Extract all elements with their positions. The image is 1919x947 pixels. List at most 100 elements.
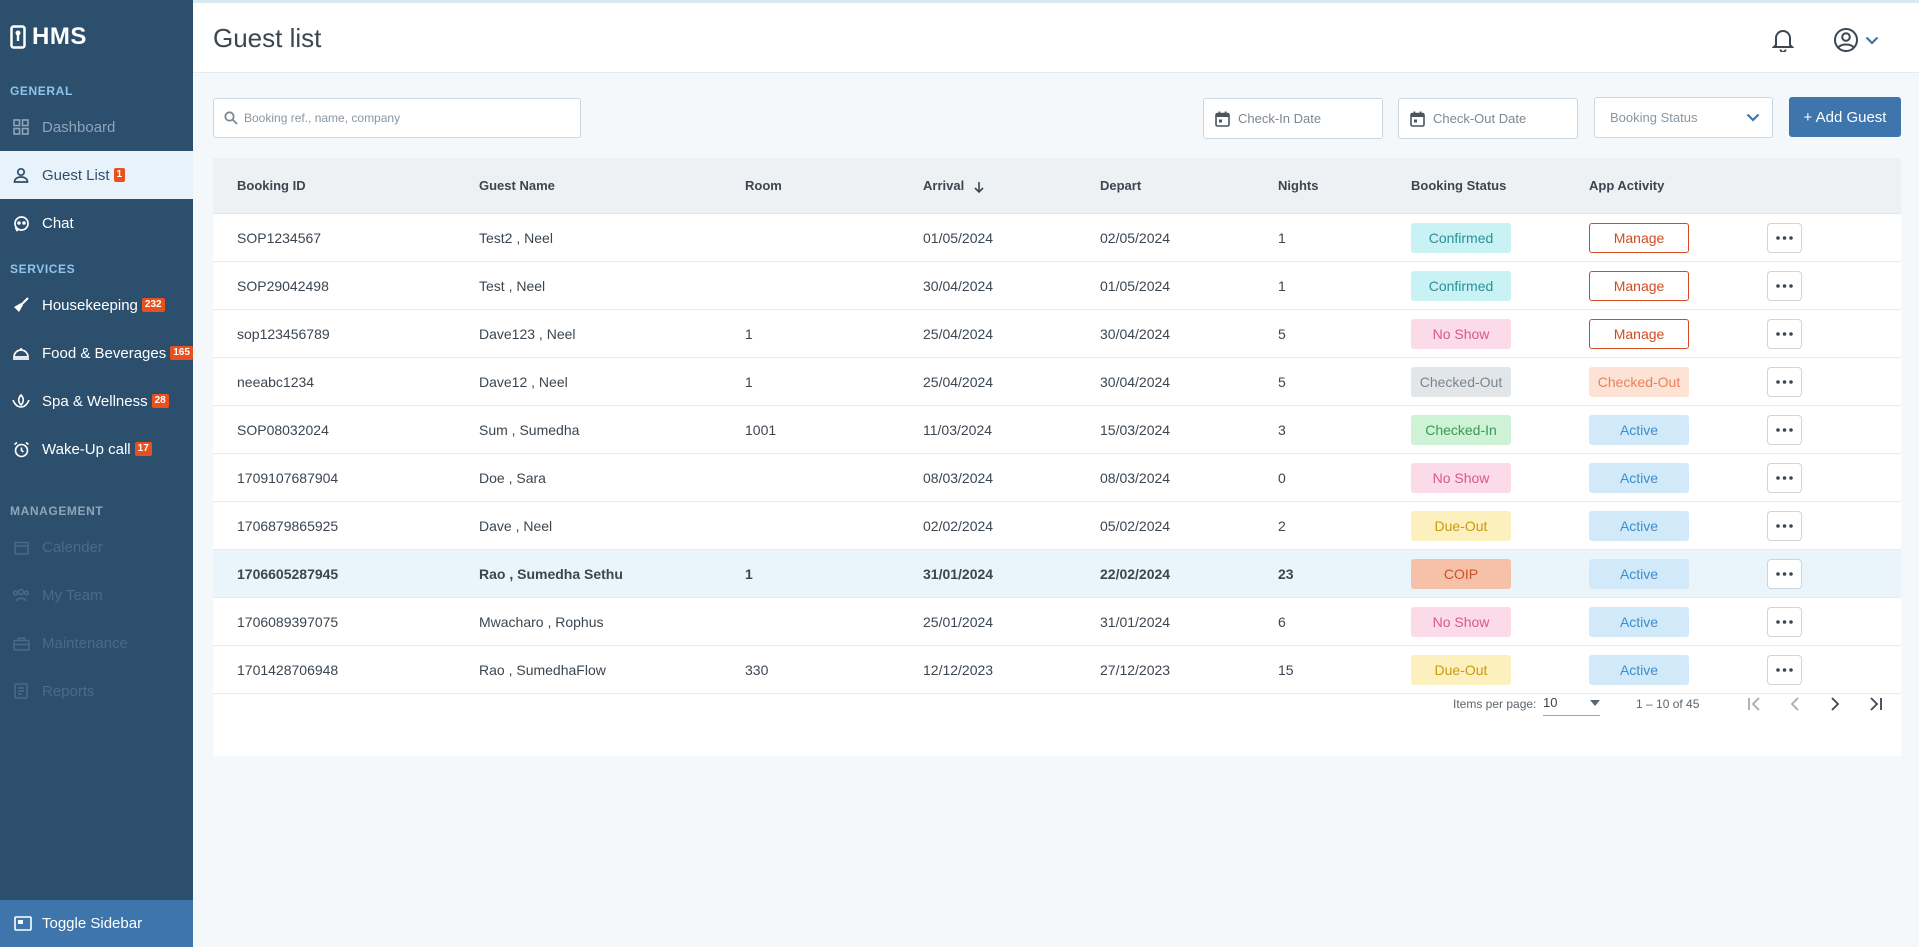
more-options-button[interactable] [1767, 414, 1802, 445]
more-horizontal-icon [1776, 475, 1793, 480]
sidebar-item-label: My Team [42, 586, 103, 604]
more-options-button[interactable] [1767, 606, 1802, 637]
activity-badge: Active [1589, 558, 1689, 589]
depart-cell: 01/05/2024 [1100, 277, 1171, 294]
depart-cell: 15/03/2024 [1100, 421, 1171, 438]
booking-status-cell: Confirmed [1411, 222, 1589, 253]
table-row[interactable]: SOP1234567 Test2 , Neel 01/05/2024 02/05/20… [213, 214, 1901, 262]
app-activity-cell: Active [1589, 414, 1767, 445]
table-row[interactable]: SOP08032024 Sum , Sumedha 1001 11/03/2024 15… [213, 406, 1901, 454]
nights-cell: 1 [1278, 277, 1286, 294]
profile-menu-button[interactable] [1833, 27, 1879, 53]
status-badge: Due-Out [1411, 510, 1511, 541]
column-header-nights[interactable]: Nights [1278, 178, 1411, 193]
sidebar-item-food-beverages[interactable]: Food & Beverages 165 [0, 329, 193, 377]
manage-button[interactable]: Manage [1589, 270, 1689, 301]
column-header-app-activity[interactable]: App Activity [1589, 178, 1767, 193]
toggle-sidebar-button[interactable]: Toggle Sidebar [0, 900, 193, 947]
add-guest-button[interactable]: + Add Guest [1789, 97, 1901, 137]
manage-button[interactable]: Manage [1589, 318, 1689, 349]
notifications-button[interactable] [1771, 28, 1795, 57]
check-out-date-field[interactable]: Check-Out Date [1398, 98, 1578, 139]
search-icon [224, 111, 238, 125]
sidebar-item-my-team[interactable]: My Team [0, 571, 193, 619]
nights-cell: 6 [1278, 613, 1286, 630]
check-in-date-field[interactable]: Check-In Date [1203, 98, 1383, 139]
sidebar-item-label: Food & Beverages [42, 344, 167, 362]
status-badge: No Show [1411, 318, 1511, 349]
more-horizontal-icon [1776, 379, 1793, 384]
previous-page-button[interactable] [1783, 692, 1807, 716]
last-page-button[interactable] [1863, 692, 1887, 716]
arrival-cell: 01/05/2024 [923, 229, 994, 246]
booking-status-placeholder: Booking Status [1610, 110, 1698, 125]
depart-cell: 22/02/2024 [1100, 565, 1171, 582]
sidebar: HMS GENERAL Dashboard Guest List 1 Chat … [0, 0, 193, 947]
sidebar-item-label: Housekeeping [42, 296, 138, 314]
toolbox-icon [12, 634, 30, 652]
guest-name-cell: Sum , Sumedha [479, 421, 580, 438]
brand-name: HMS [32, 23, 87, 50]
section-label-services: SERVICES [10, 262, 76, 276]
arrival-cell: 30/04/2024 [923, 277, 994, 294]
table-row[interactable]: SOP29042498 Test , Neel 30/04/2024 01/05/20… [213, 262, 1901, 310]
items-per-page-select[interactable]: 10 [1543, 690, 1600, 716]
room-cell: 1 [745, 325, 753, 342]
table-body: SOP1234567 Test2 , Neel 01/05/2024 02/05/20… [213, 214, 1901, 694]
column-header-booking-id[interactable]: Booking ID [213, 178, 479, 193]
app-activity-cell: Manage [1589, 318, 1767, 349]
person-icon [12, 166, 30, 184]
more-options-button[interactable] [1767, 222, 1802, 253]
column-header-room[interactable]: Room [745, 178, 923, 193]
arrival-cell: 11/03/2024 [923, 421, 993, 438]
sidebar-item-chat[interactable]: Chat [0, 199, 193, 247]
sidebar-item-wake-up-call[interactable]: Wake-Up call 17 [0, 425, 193, 473]
column-header-guest-name[interactable]: Guest Name [479, 178, 745, 193]
status-badge: COIP [1411, 558, 1511, 589]
sidebar-item-housekeeping[interactable]: Housekeeping 232 [0, 281, 193, 329]
table-row[interactable]: 1706089397075 Mwacharo , Rophus 25/01/2024… [213, 598, 1901, 646]
table-row[interactable]: sop123456789 Dave123 , Neel 1 25/04/2024 30/… [213, 310, 1901, 358]
table-row[interactable]: 1709107687904 Doe , Sara 08/03/2024 08/03/2… [213, 454, 1901, 502]
more-options-button[interactable] [1767, 366, 1802, 397]
booking-status-cell: Checked-Out [1411, 366, 1589, 397]
count-badge: 1 [113, 168, 126, 182]
grid-icon [12, 118, 30, 136]
table-row[interactable]: 1706879865925 Dave , Neel 02/02/2024 05/02/… [213, 502, 1901, 550]
column-header-depart[interactable]: Depart [1100, 178, 1278, 193]
sidebar-item-dashboard[interactable]: Dashboard [0, 103, 193, 151]
more-options-button[interactable] [1767, 462, 1802, 493]
sidebar-item-maintenance[interactable]: Maintenance [0, 619, 193, 667]
more-options-button[interactable] [1767, 318, 1802, 349]
check-out-date-placeholder: Check-Out Date [1433, 111, 1527, 126]
sidebar-item-calender[interactable]: Calender [0, 523, 193, 571]
guest-name-cell: Dave123 , Neel [479, 325, 576, 342]
alarm-icon [12, 440, 30, 458]
nights-cell: 3 [1278, 421, 1286, 438]
more-options-button[interactable] [1767, 510, 1802, 541]
sidebar-item-reports[interactable]: Reports [0, 667, 193, 715]
more-options-button[interactable] [1767, 270, 1802, 301]
guest-name-cell: Dave12 , Neel [479, 373, 568, 390]
table-row[interactable]: 1706605287945 Rao , Sumedha Sethu 1 31/01/2… [213, 550, 1901, 598]
booking-status-cell: No Show [1411, 318, 1589, 349]
bell-icon [1771, 30, 1795, 53]
sidebar-item-spa-wellness[interactable]: Spa & Wellness 28 [0, 377, 193, 425]
table-row[interactable]: neeabc1234 Dave12 , Neel 1 25/04/2024 30/04/… [213, 358, 1901, 406]
team-icon [12, 586, 30, 604]
page-title: Guest list [213, 23, 322, 53]
search-field[interactable] [213, 98, 581, 138]
booking-status-select[interactable]: Booking Status [1594, 97, 1773, 138]
more-horizontal-icon [1776, 667, 1793, 672]
guest-name-cell: Rao , SumedhaFlow [479, 661, 606, 678]
column-header-arrival[interactable]: Arrival [923, 178, 1100, 193]
manage-button[interactable]: Manage [1589, 222, 1689, 253]
first-page-button[interactable] [1743, 692, 1767, 716]
calendar-icon [1215, 111, 1230, 127]
column-header-booking-status[interactable]: Booking Status [1411, 178, 1589, 193]
sidebar-item-guest-list[interactable]: Guest List 1 [0, 151, 193, 199]
more-options-button[interactable] [1767, 558, 1802, 589]
search-input[interactable] [244, 111, 544, 125]
sidebar-item-label: Calender [42, 538, 103, 556]
next-page-button[interactable] [1823, 692, 1847, 716]
